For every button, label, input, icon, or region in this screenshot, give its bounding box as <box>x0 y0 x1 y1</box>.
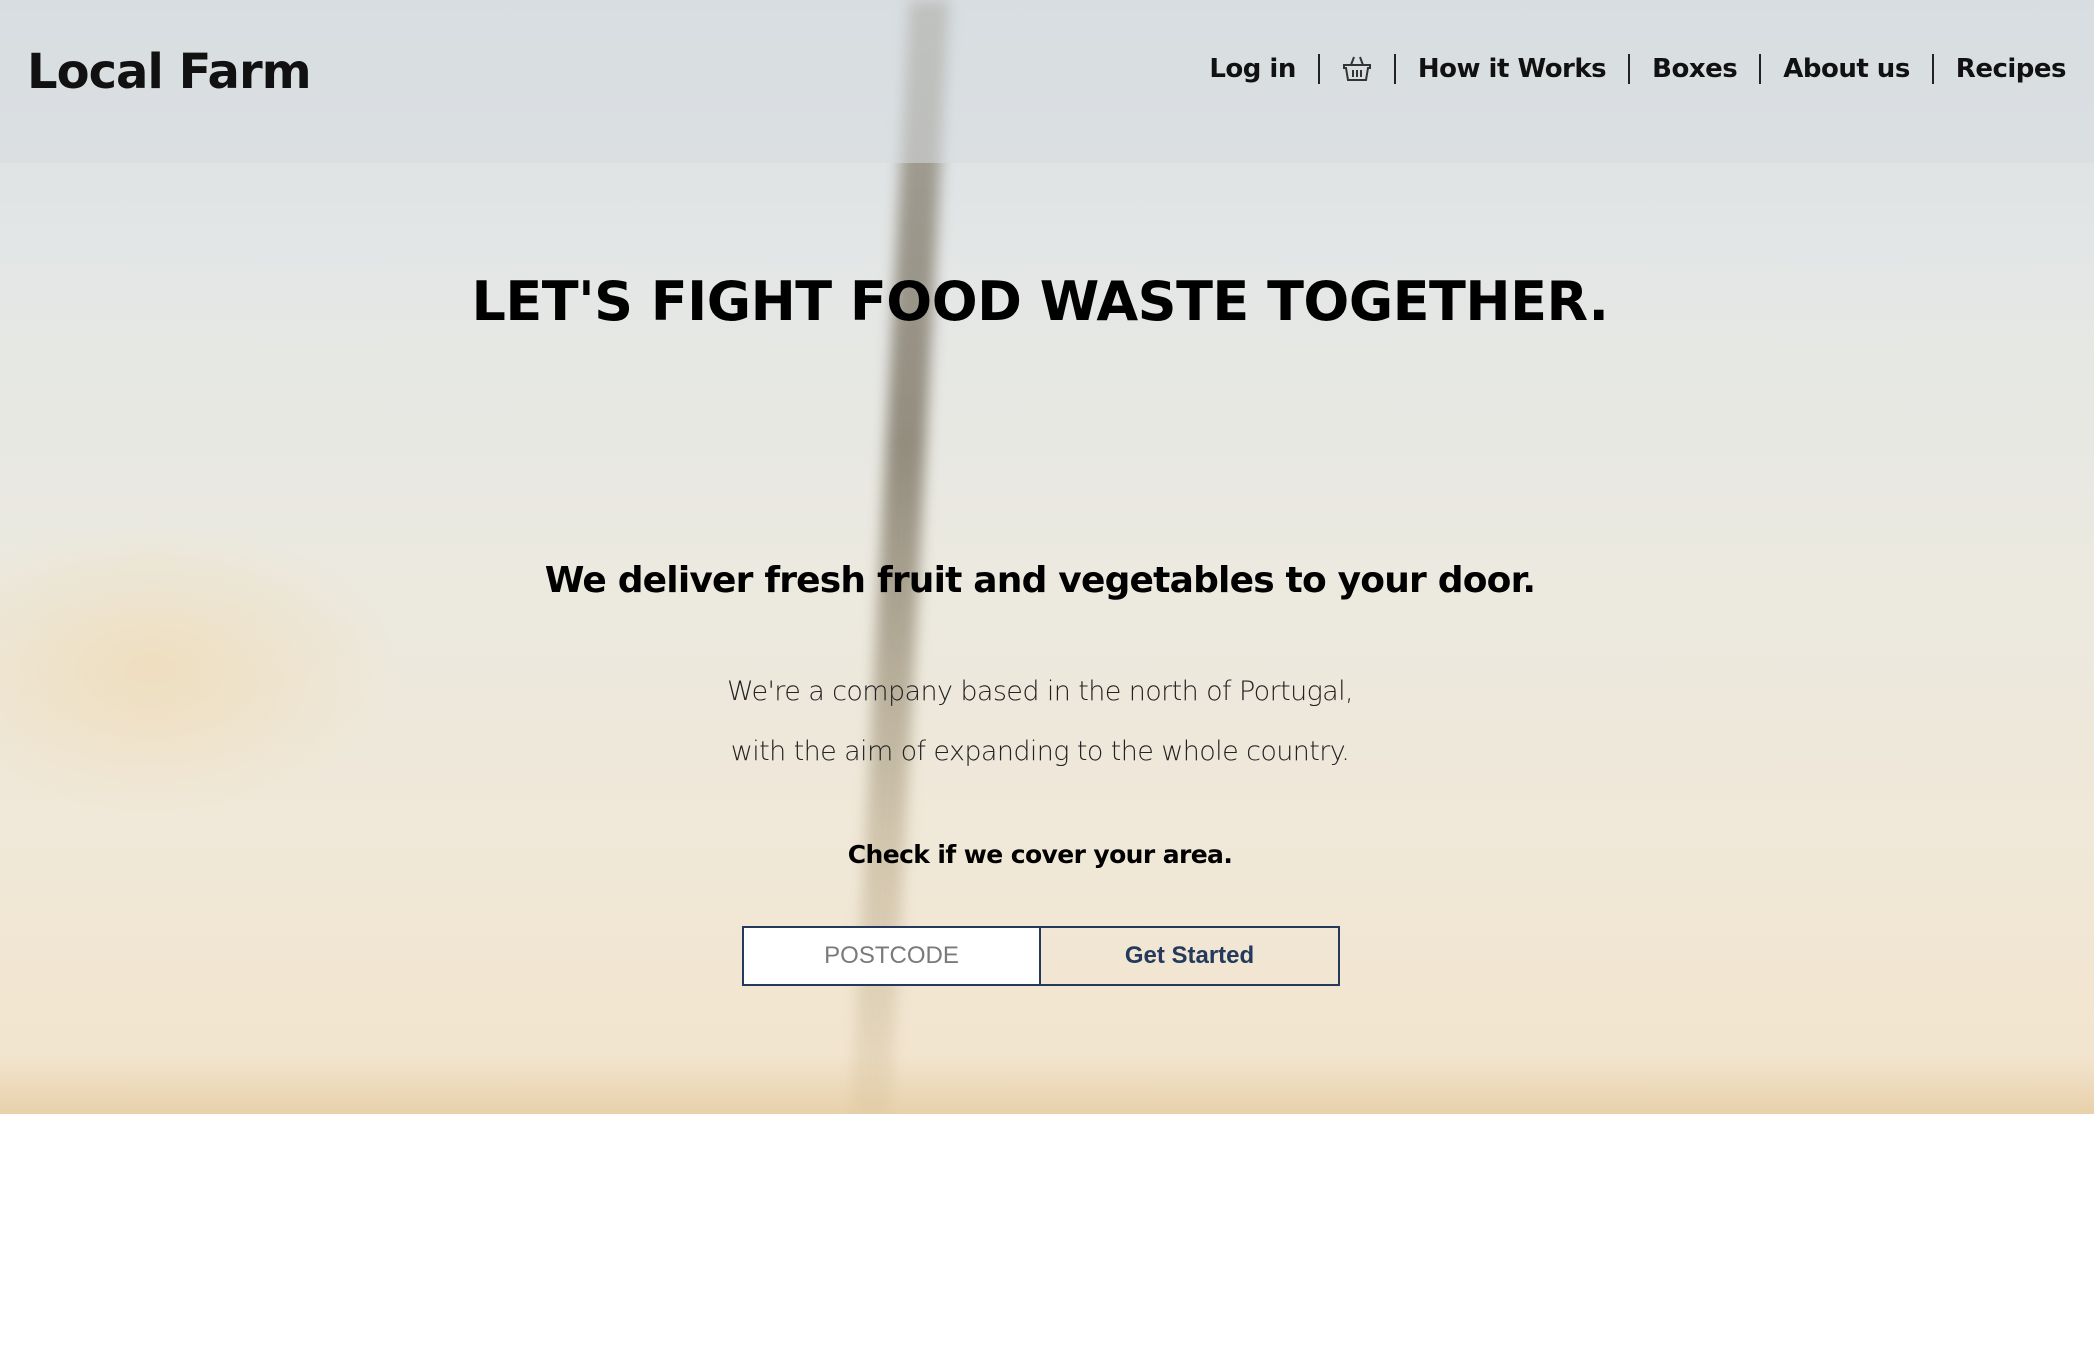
hero-title: LET'S FIGHT FOOD WASTE TOGETHER. <box>471 270 1609 333</box>
nav-login[interactable]: Log in <box>1209 54 1296 84</box>
postcode-input[interactable] <box>742 926 1041 986</box>
nav-divider <box>1759 54 1762 84</box>
nav-divider <box>1393 54 1396 84</box>
logo[interactable]: Local Farm <box>27 44 312 100</box>
nav-boxes[interactable]: Boxes <box>1652 54 1738 84</box>
nav-divider <box>1931 54 1934 84</box>
hero-subtitle: We deliver fresh fruit and vegetables to… <box>544 560 1536 601</box>
nav-about-us[interactable]: About us <box>1783 54 1910 84</box>
basket-icon[interactable] <box>1342 55 1372 83</box>
site-header: Local Farm Log in How it Works Boxes Abo… <box>0 0 2094 163</box>
coverage-prompt: Check if we cover your area. <box>847 840 1233 869</box>
background-grass <box>0 1054 2094 1114</box>
hero-description-line1: We're a company based in the north of Po… <box>726 676 1354 707</box>
nav-recipes[interactable]: Recipes <box>1956 54 2067 84</box>
nav-how-it-works[interactable]: How it Works <box>1418 54 1607 84</box>
postcode-form: Get Started <box>742 926 1340 986</box>
nav-divider <box>1628 54 1631 84</box>
hero-description-line2: with the aim of expanding to the whole c… <box>730 736 1350 767</box>
main-nav: Log in How it Works Boxes About us Recip… <box>1209 54 2067 84</box>
hero-section: LET'S FIGHT FOOD WASTE TOGETHER. We deli… <box>0 0 2094 1114</box>
get-started-button[interactable]: Get Started <box>1041 926 1340 986</box>
nav-divider <box>1317 54 1320 84</box>
